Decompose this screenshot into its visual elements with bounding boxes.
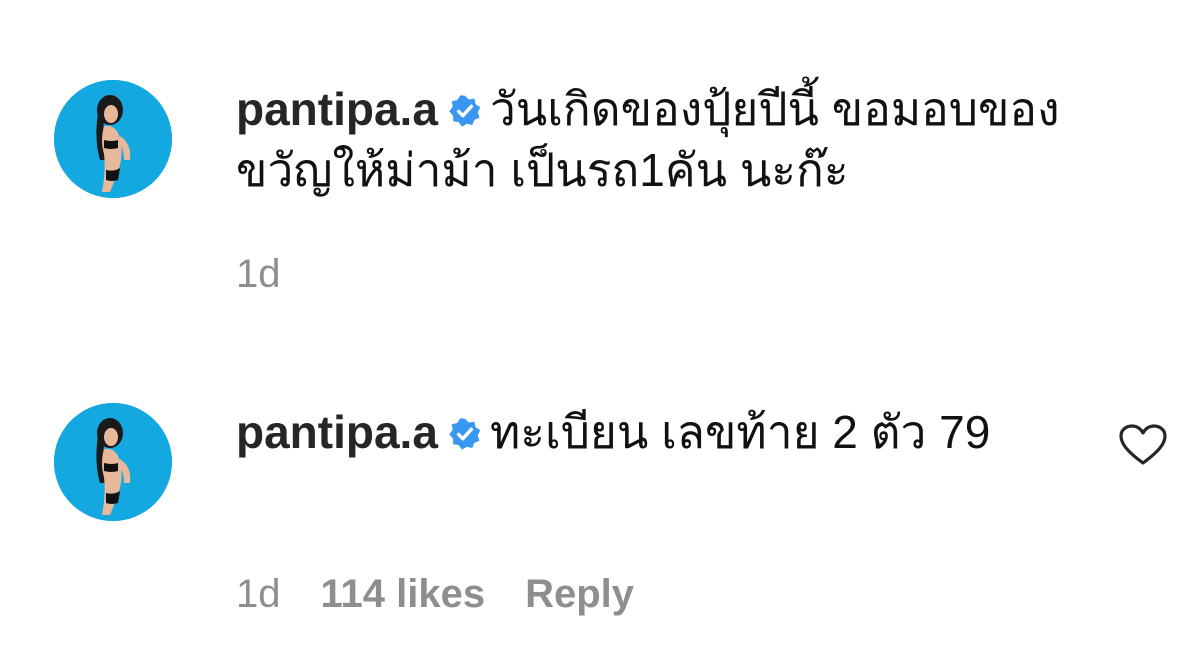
avatar[interactable] xyxy=(54,403,172,521)
comment-body: pantipa.a ทะเบียน เลขท้าย 2 ตัว 79 xyxy=(236,403,1136,464)
comment-body: pantipa.a วันเกิดของปุ้ยปีนี้ ขอมอบของขวั… xyxy=(236,80,1136,199)
comment-meta: 1d 114 likes Reply xyxy=(236,572,674,617)
verified-badge-icon xyxy=(448,406,482,464)
timestamp[interactable]: 1d xyxy=(236,572,281,616)
likes-count[interactable]: 114 likes xyxy=(321,572,486,616)
heart-icon[interactable] xyxy=(1118,423,1168,467)
avatar-photo xyxy=(54,80,172,198)
username-link[interactable]: pantipa.a xyxy=(236,406,438,458)
avatar[interactable] xyxy=(54,80,172,198)
comment-text: ทะเบียน เลขท้าย 2 ตัว 79 xyxy=(489,406,991,458)
comment-meta: 1d xyxy=(236,252,321,297)
reply-button[interactable]: Reply xyxy=(525,572,634,616)
timestamp[interactable]: 1d xyxy=(236,252,281,296)
avatar-photo xyxy=(54,403,172,521)
verified-badge-icon xyxy=(448,83,482,141)
username-link[interactable]: pantipa.a xyxy=(236,83,438,135)
comments-list: pantipa.a วันเกิดของปุ้ยปีนี้ ขอมอบของขวั… xyxy=(0,0,1200,671)
